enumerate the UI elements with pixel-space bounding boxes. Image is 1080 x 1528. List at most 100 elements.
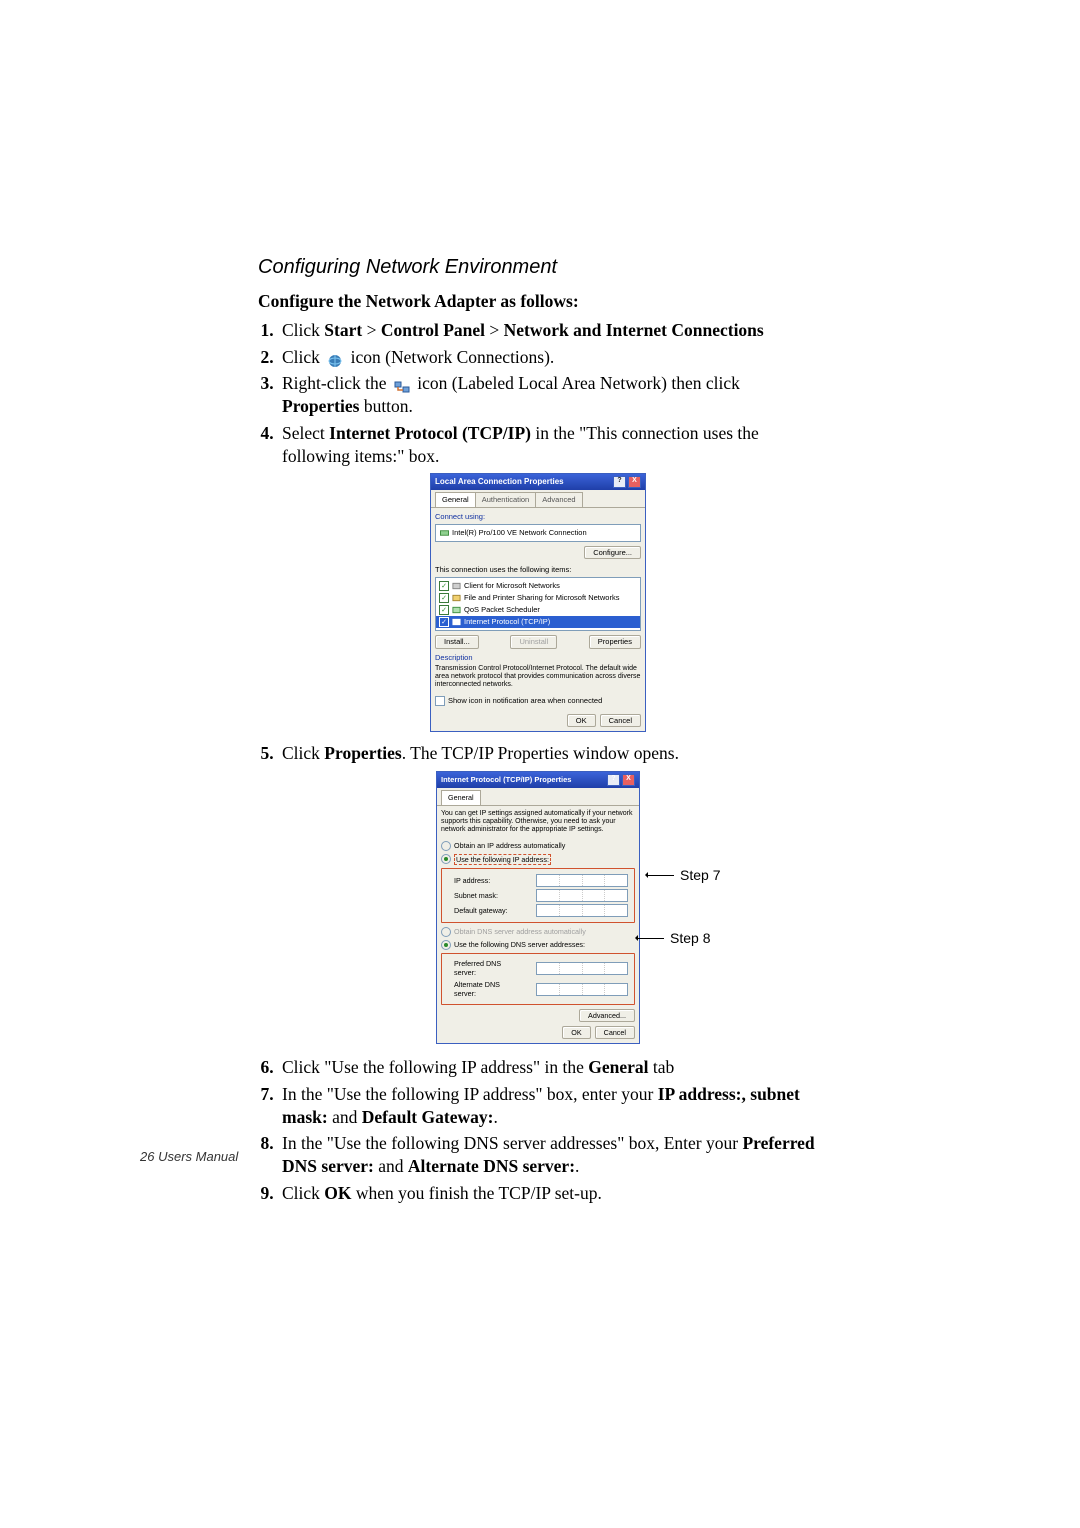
network-connections-icon	[327, 351, 343, 365]
list-item[interactable]: ✓QoS Packet Scheduler	[436, 604, 640, 616]
text: In the "Use the following IP address" bo…	[282, 1084, 658, 1104]
step-2: Click icon (Network Connections).	[278, 346, 818, 369]
step-6: Click "Use the following IP address" in …	[278, 1056, 818, 1079]
page-footer: 26 Users Manual	[140, 1149, 238, 1164]
step-7: In the "Use the following IP address" bo…	[278, 1083, 818, 1129]
tab-general[interactable]: General	[441, 790, 481, 804]
text-bold: Control Panel	[381, 320, 485, 340]
client-icon	[452, 582, 461, 590]
step-9: Click OK when you finish the TCP/IP set-…	[278, 1182, 818, 1205]
item-label: Client for Microsoft Networks	[464, 581, 560, 591]
close-button[interactable]: X	[628, 476, 641, 488]
text: Click "Use the following IP address" in …	[282, 1057, 588, 1077]
tab-general[interactable]: General	[435, 492, 476, 507]
help-text: You can get IP settings assigned automat…	[441, 810, 635, 835]
step-8: In the "Use the following DNS server add…	[278, 1132, 818, 1178]
text: Select	[282, 423, 329, 443]
configure-button[interactable]: Configure...	[584, 546, 641, 560]
description-text: Transmission Control Protocol/Internet P…	[435, 665, 641, 690]
text: icon (Network Connections).	[351, 347, 555, 367]
text: .	[493, 1107, 497, 1127]
text: and	[328, 1107, 362, 1127]
ok-button[interactable]: OK	[567, 714, 596, 728]
tab-strip: General Authentication Advanced	[431, 490, 645, 508]
description-label: Description	[435, 653, 641, 663]
radio-label: Obtain an IP address automatically	[454, 841, 565, 850]
subnet-input[interactable]	[536, 889, 628, 902]
radio-obtain-ip-auto[interactable]: Obtain an IP address automatically	[441, 841, 635, 851]
properties-button[interactable]: Properties	[589, 635, 641, 649]
pref-dns-input[interactable]	[536, 962, 628, 975]
text: icon (Labeled Local Area Network) then c…	[417, 373, 740, 393]
list-item-selected[interactable]: ✓Internet Protocol (TCP/IP)	[436, 616, 640, 628]
step-5: Click Properties. The TCP/IP Properties …	[278, 742, 818, 765]
radio-use-following-ip[interactable]: Use the following IP address:	[441, 854, 635, 865]
ip-address-group: IP address: Subnet mask: Default gateway…	[441, 868, 635, 923]
text-bold: Internet Protocol (TCP/IP)	[329, 423, 531, 443]
radio-label: Use the following IP address:	[454, 854, 551, 865]
text: In the "Use the following DNS server add…	[282, 1133, 742, 1153]
text-bold: Properties	[324, 743, 401, 763]
titlebar: Local Area Connection Properties ? X	[431, 474, 645, 490]
list-item[interactable]: ✓File and Printer Sharing for Microsoft …	[436, 592, 640, 604]
help-button[interactable]: ?	[613, 476, 626, 488]
advanced-button[interactable]: Advanced...	[579, 1009, 635, 1022]
text: Click	[282, 347, 324, 367]
ok-button[interactable]: OK	[562, 1026, 590, 1039]
titlebar: Internet Protocol (TCP/IP) Properties ? …	[437, 772, 639, 788]
text: Click	[282, 743, 324, 763]
steps-list: Click Start > Control Panel > Network an…	[258, 319, 818, 468]
item-label: QoS Packet Scheduler	[464, 605, 540, 615]
text: Right-click the	[282, 373, 391, 393]
list-item[interactable]: ✓Client for Microsoft Networks	[436, 580, 640, 592]
radio-obtain-dns-auto: Obtain DNS server address automatically	[441, 927, 635, 937]
uninstall-button: Uninstall	[510, 635, 557, 649]
radio-label: Obtain DNS server address automatically	[454, 927, 586, 936]
dialog-title: Local Area Connection Properties	[435, 477, 564, 487]
text-bold: Alternate DNS server:	[408, 1156, 575, 1176]
text: >	[485, 320, 504, 340]
alt-dns-input[interactable]	[536, 983, 628, 996]
section-heading: Configuring Network Environment	[258, 254, 818, 280]
install-button[interactable]: Install...	[435, 635, 479, 649]
qos-icon	[452, 606, 461, 614]
tab-authentication[interactable]: Authentication	[475, 492, 537, 507]
text: .	[575, 1156, 579, 1176]
cancel-button[interactable]: Cancel	[600, 714, 641, 728]
subnet-label: Subnet mask:	[454, 891, 520, 900]
steps-list-cont1: Click Properties. The TCP/IP Properties …	[258, 742, 818, 765]
close-button[interactable]: X	[622, 774, 635, 786]
callout-step-7: Step 7	[648, 866, 720, 884]
items-label: This connection uses the following items…	[435, 565, 641, 575]
text-bold: Start	[324, 320, 362, 340]
step-1: Click Start > Control Panel > Network an…	[278, 319, 818, 342]
text: . The TCP/IP Properties window opens.	[402, 743, 679, 763]
dns-group: Preferred DNS server: Alternate DNS serv…	[441, 953, 635, 1004]
callout-label: Step 7	[680, 866, 720, 884]
tab-advanced[interactable]: Advanced	[535, 492, 582, 507]
text-bold: General	[588, 1057, 648, 1077]
share-icon	[452, 594, 461, 602]
tcpip-properties-dialog: Internet Protocol (TCP/IP) Properties ? …	[436, 771, 640, 1044]
radio-use-following-dns[interactable]: Use the following DNS server addresses:	[441, 940, 635, 950]
items-listbox[interactable]: ✓Client for Microsoft Networks ✓File and…	[435, 577, 641, 631]
text: Click	[282, 1183, 324, 1203]
text: Click	[282, 320, 324, 340]
subtitle: Configure the Network Adapter as follows…	[258, 290, 818, 313]
text: >	[362, 320, 381, 340]
steps-list-cont2: Click "Use the following IP address" in …	[258, 1056, 818, 1205]
lan-properties-dialog: Local Area Connection Properties ? X Gen…	[430, 473, 646, 732]
text-bold: OK	[324, 1183, 351, 1203]
adapter-icon	[440, 529, 449, 537]
radio-label: Use the following DNS server addresses:	[454, 940, 585, 949]
ip-input[interactable]	[536, 874, 628, 887]
gateway-input[interactable]	[536, 904, 628, 917]
help-button[interactable]: ?	[607, 774, 620, 786]
adapter-name: Intel(R) Pro/100 VE Network Connection	[452, 528, 587, 538]
show-icon-checkbox[interactable]: Show icon in notification area when conn…	[435, 696, 641, 706]
cancel-button[interactable]: Cancel	[595, 1026, 635, 1039]
callout-label: Step 8	[670, 929, 710, 947]
gateway-label: Default gateway:	[454, 906, 520, 915]
show-icon-label: Show icon in notification area when conn…	[448, 696, 602, 706]
step-4: Select Internet Protocol (TCP/IP) in the…	[278, 422, 818, 468]
